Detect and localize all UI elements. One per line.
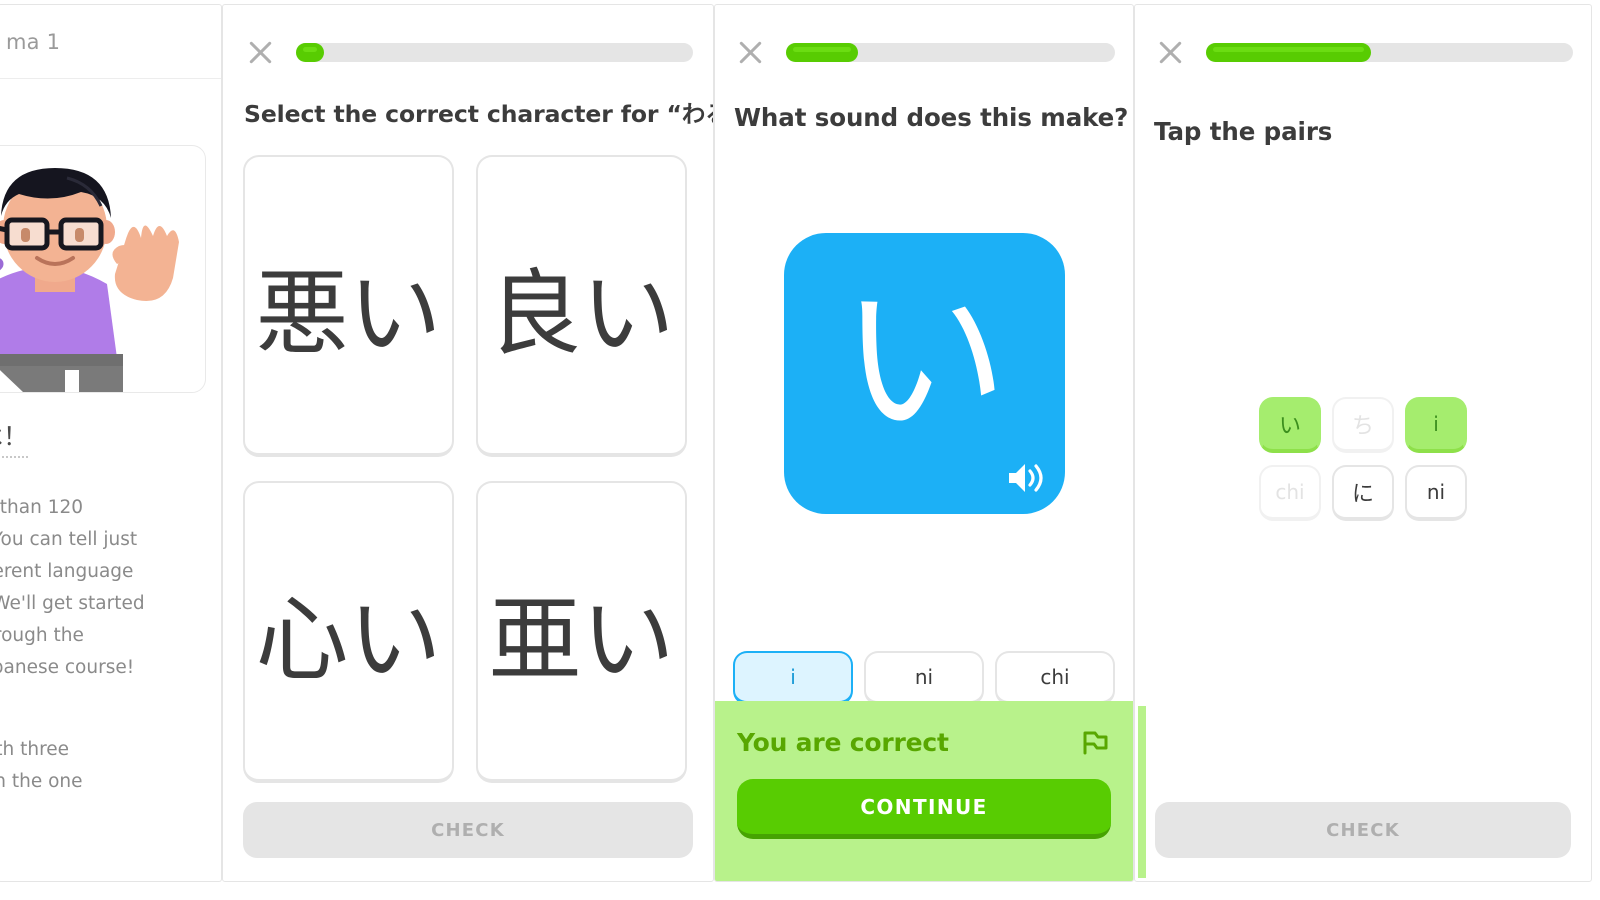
pair-tile[interactable]: ち [1332, 397, 1394, 453]
continue-button[interactable]: CONTINUE [737, 779, 1111, 839]
sound-option-button[interactable]: ni [864, 651, 984, 705]
character-tile[interactable]: 良い [476, 155, 687, 457]
character-tile[interactable]: 悪い [243, 155, 454, 457]
progress-bar-fill [786, 42, 859, 62]
feedback-message: You are correct [737, 727, 949, 757]
tap-pairs-content: Tap the pairs [1135, 5, 1591, 146]
close-icon[interactable] [1153, 35, 1187, 69]
progress-bar [1206, 42, 1573, 62]
sound-exercise-panel: What sound does this make? い i ni chi Yo… [714, 4, 1134, 882]
pair-tile[interactable]: i [1405, 397, 1467, 453]
screenshot-stage: ma 1 ！ than 120 ou can tell just rent la… [0, 0, 1600, 900]
progress-bar-fill [296, 42, 324, 62]
lesson-intro-panel: ma 1 ！ than 120 ou can tell just rent la… [0, 4, 222, 882]
pairs-exercise-title: Tap the pairs [1154, 117, 1333, 146]
feedback-row: You are correct [737, 727, 1111, 757]
close-icon[interactable] [733, 35, 767, 69]
pair-tile[interactable]: い [1259, 397, 1321, 453]
flag-icon[interactable] [1079, 727, 1111, 757]
sound-exercise-title: What sound does this make? [734, 103, 1129, 132]
character-tile-grid: 悪い 良い 心い 亜い [243, 155, 693, 783]
lesson-paragraph-2: en with three rt with the one [0, 739, 83, 792]
sound-exercise-header [733, 5, 1115, 69]
check-button[interactable]: CHECK [1155, 802, 1571, 858]
character-illustration-card [0, 145, 206, 393]
pairs-exercise-header [1153, 5, 1573, 69]
progress-bar [786, 42, 1115, 62]
speaker-icon[interactable] [1006, 461, 1044, 495]
sound-option-button[interactable]: chi [995, 651, 1115, 705]
tap-pairs-panel: Tap the pairs い ち i chi に ni CHECK [1134, 4, 1592, 882]
close-icon[interactable] [243, 35, 277, 69]
select-character-content: Select the correct character for “わるい” 悪… [223, 5, 713, 783]
lesson-title: ma 1 [6, 29, 61, 54]
sound-options-row: i ni chi [733, 651, 1115, 705]
sound-exercise-content: What sound does this make? い [715, 5, 1133, 514]
progress-bar [296, 42, 693, 62]
pair-tile-grid: い ち i chi に ni [1135, 397, 1591, 521]
lesson-header: ma 1 [0, 5, 221, 79]
audio-character-card[interactable]: い [783, 233, 1065, 514]
progress-bar-fill [1206, 42, 1372, 62]
select-exercise-header [243, 5, 693, 69]
character-tile[interactable]: 心い [243, 481, 454, 783]
lesson-paragraph-1: more than 120 ese! You can tell just y d… [0, 497, 145, 678]
pair-tile[interactable]: chi [1259, 465, 1321, 521]
character-tile[interactable]: 亜い [476, 481, 687, 783]
feedback-banner: You are correct CONTINUE [715, 701, 1133, 881]
sound-option-button[interactable]: i [733, 651, 853, 705]
check-button[interactable]: CHECK [243, 802, 693, 858]
lesson-japanese-greeting: は！ [0, 417, 29, 458]
select-exercise-title: Select the correct character for “わるい” [244, 100, 713, 128]
select-character-panel: Select the correct character for “わるい” 悪… [222, 4, 714, 882]
waving-character-illustration [0, 168, 179, 392]
pair-tile[interactable]: ni [1405, 465, 1467, 521]
pair-tile[interactable]: に [1332, 465, 1394, 521]
lesson-body: は！ more than 120 ese! You can tell just … [0, 145, 221, 798]
feedback-banner-overflow [1138, 706, 1146, 878]
